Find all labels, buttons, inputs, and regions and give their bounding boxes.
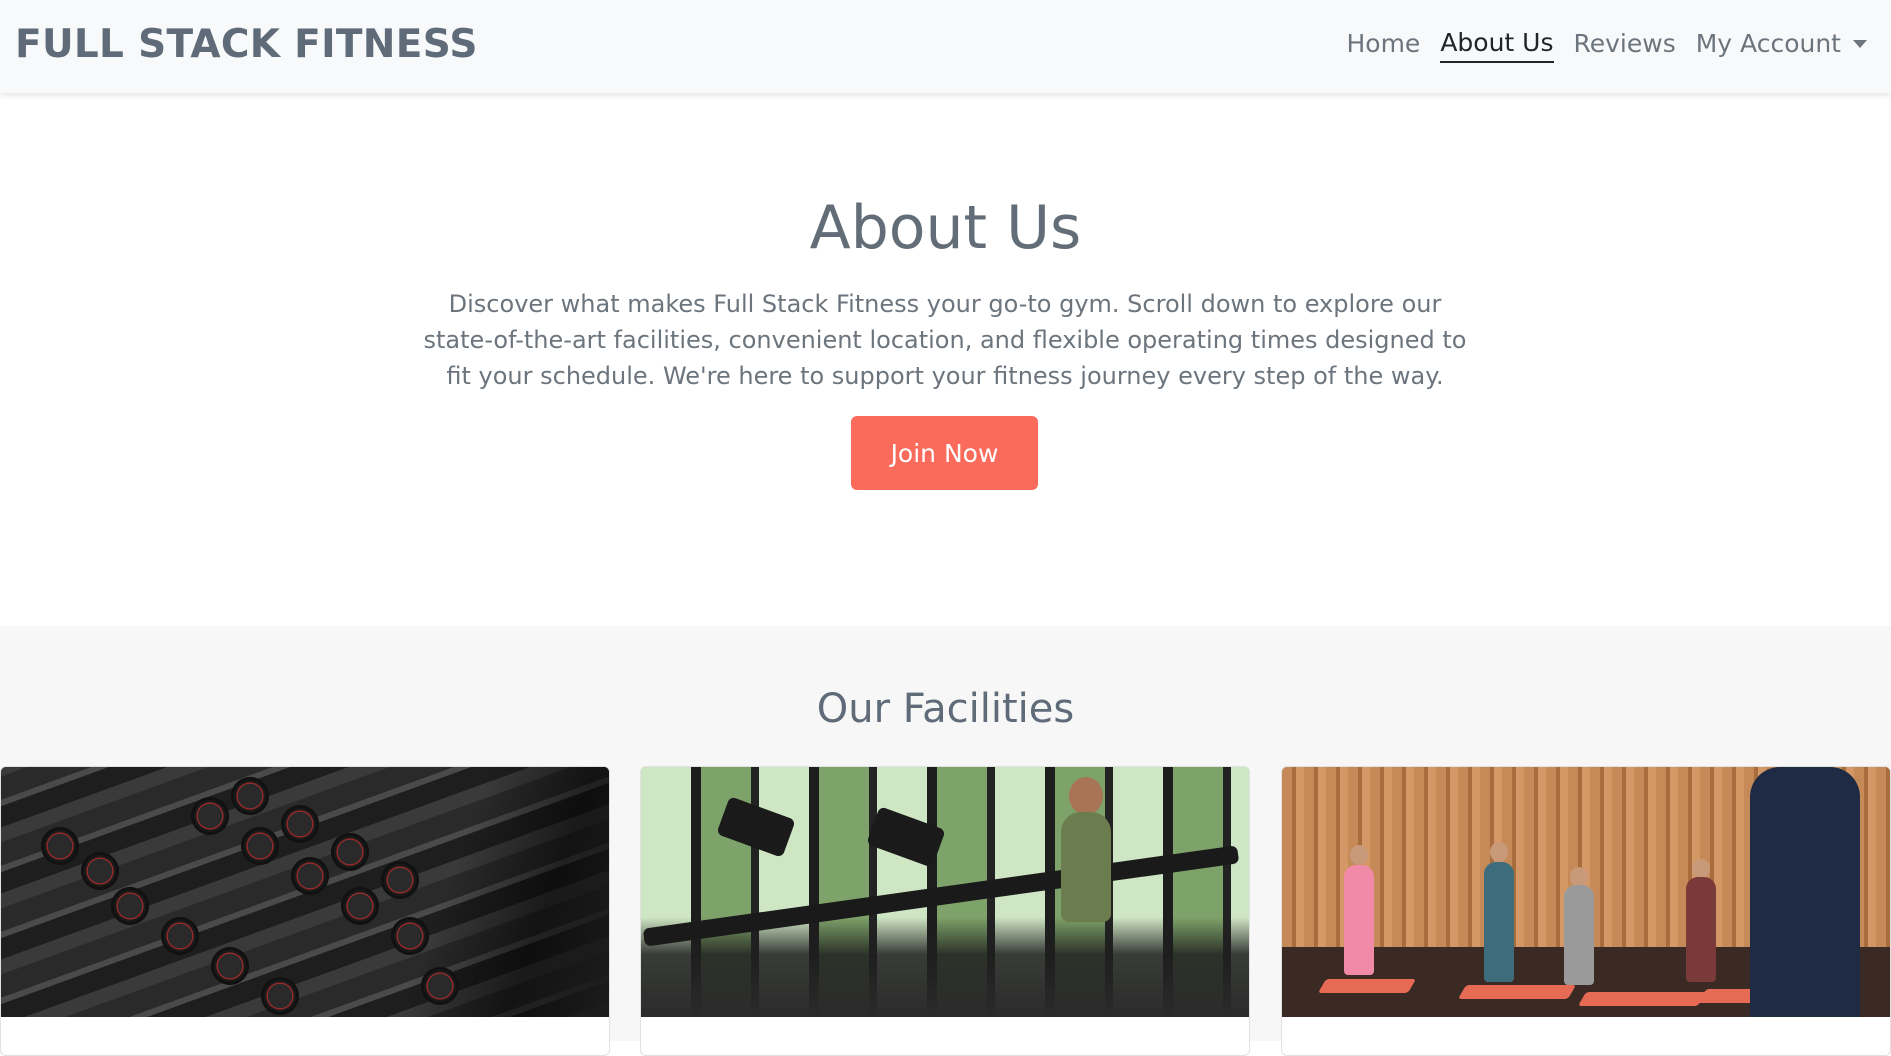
hero-description: Discover what makes Full Stack Fitness y… bbox=[423, 290, 1467, 390]
facilities-heading: Our Facilities bbox=[816, 686, 1075, 732]
hero-section: About Us Discover what makes Full Stack … bbox=[0, 93, 1891, 626]
nav-link-about-us[interactable]: About Us bbox=[1440, 28, 1554, 63]
runner-figure-head bbox=[1069, 777, 1103, 815]
nav-link-reviews[interactable]: Reviews bbox=[1574, 29, 1676, 62]
trainer-figure bbox=[1750, 767, 1860, 1017]
facility-card-cardio[interactable] bbox=[640, 766, 1250, 1056]
join-now-button[interactable]: Join Now bbox=[851, 416, 1038, 490]
my-account-dropdown[interactable]: My Account bbox=[1696, 29, 1867, 62]
dumbbell-weights-decoration bbox=[1, 767, 609, 1017]
facilities-section: Our Facilities bbox=[0, 626, 1891, 1056]
facility-card-weights[interactable] bbox=[0, 766, 610, 1056]
runner-figure-body bbox=[1061, 812, 1111, 922]
nav-links: Home About Us Reviews My Account bbox=[1346, 28, 1867, 63]
treadmill-image bbox=[641, 767, 1249, 1017]
nav-link-my-account[interactable]: My Account bbox=[1696, 29, 1841, 62]
facility-card-studio[interactable] bbox=[1281, 766, 1891, 1056]
navbar: FULL STACK FITNESS Home About Us Reviews… bbox=[0, 0, 1891, 93]
nav-link-home[interactable]: Home bbox=[1346, 29, 1420, 62]
dumbbell-rack-image bbox=[1, 767, 609, 1017]
brand-logo[interactable]: FULL STACK FITNESS bbox=[15, 22, 478, 67]
caret-down-icon[interactable] bbox=[1853, 39, 1867, 48]
page-title: About Us bbox=[809, 193, 1082, 263]
group-class-studio-image bbox=[1282, 767, 1890, 1017]
